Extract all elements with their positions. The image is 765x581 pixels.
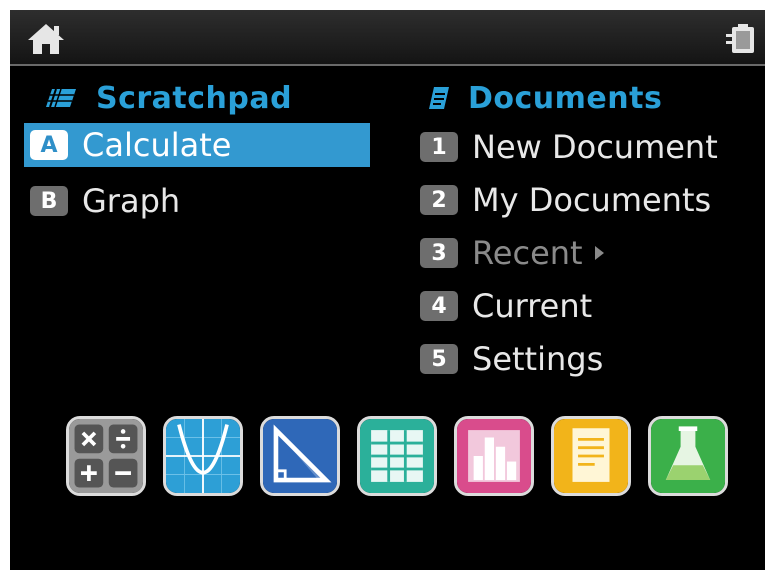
- menu-item-label: Graph: [82, 182, 181, 220]
- menu-item-label: Settings: [472, 340, 604, 378]
- notes-app-icon[interactable]: [551, 416, 631, 496]
- menu-item-settings[interactable]: 5 Settings: [420, 337, 603, 381]
- menu-item-current[interactable]: 4 Current: [420, 284, 592, 328]
- data-statistics-app-icon[interactable]: [454, 416, 534, 496]
- documents-header: Documents: [428, 78, 662, 118]
- key-badge-3: 3: [420, 238, 458, 268]
- key-badge-2: 2: [420, 185, 458, 215]
- calculator-app-icon[interactable]: [66, 416, 146, 496]
- home-icon[interactable]: [26, 22, 66, 56]
- menu-item-calculate[interactable]: A Calculate: [24, 123, 370, 167]
- menu-item-label: My Documents: [472, 181, 712, 219]
- documents-title: Documents: [468, 80, 663, 116]
- key-badge-b: B: [30, 186, 68, 216]
- scratchpad-icon: [46, 88, 76, 108]
- battery-icon: [726, 24, 754, 53]
- scratchpad-header: Scratchpad: [44, 78, 292, 118]
- key-badge-5: 5: [420, 344, 458, 374]
- home-screen: Scratchpad A Calculate B Graph Documents…: [10, 10, 765, 570]
- graphs-app-icon[interactable]: [163, 416, 243, 496]
- geometry-app-icon[interactable]: [260, 416, 340, 496]
- key-badge-a: A: [30, 130, 68, 160]
- top-bar-divider: [10, 64, 765, 66]
- menu-item-graph[interactable]: B Graph: [24, 179, 370, 223]
- menu-item-new-document[interactable]: 1 New Document: [420, 125, 718, 169]
- menu-item-label: New Document: [472, 128, 718, 166]
- key-badge-4: 4: [420, 291, 458, 321]
- menu-item-label: Recent: [472, 234, 583, 272]
- lists-spreadsheet-app-icon[interactable]: [357, 416, 437, 496]
- menu-item-label: Calculate: [82, 126, 232, 164]
- documents-icon: [429, 87, 449, 109]
- key-badge-1: 1: [420, 132, 458, 162]
- top-bar: [10, 10, 765, 64]
- menu-item-my-documents[interactable]: 2 My Documents: [420, 178, 711, 222]
- vernier-dataquest-app-icon[interactable]: [648, 416, 728, 496]
- submenu-arrow-icon: [594, 246, 604, 260]
- scratchpad-title: Scratchpad: [96, 80, 293, 116]
- menu-item-label: Current: [472, 287, 593, 325]
- menu-item-recent[interactable]: 3 Recent: [420, 231, 604, 275]
